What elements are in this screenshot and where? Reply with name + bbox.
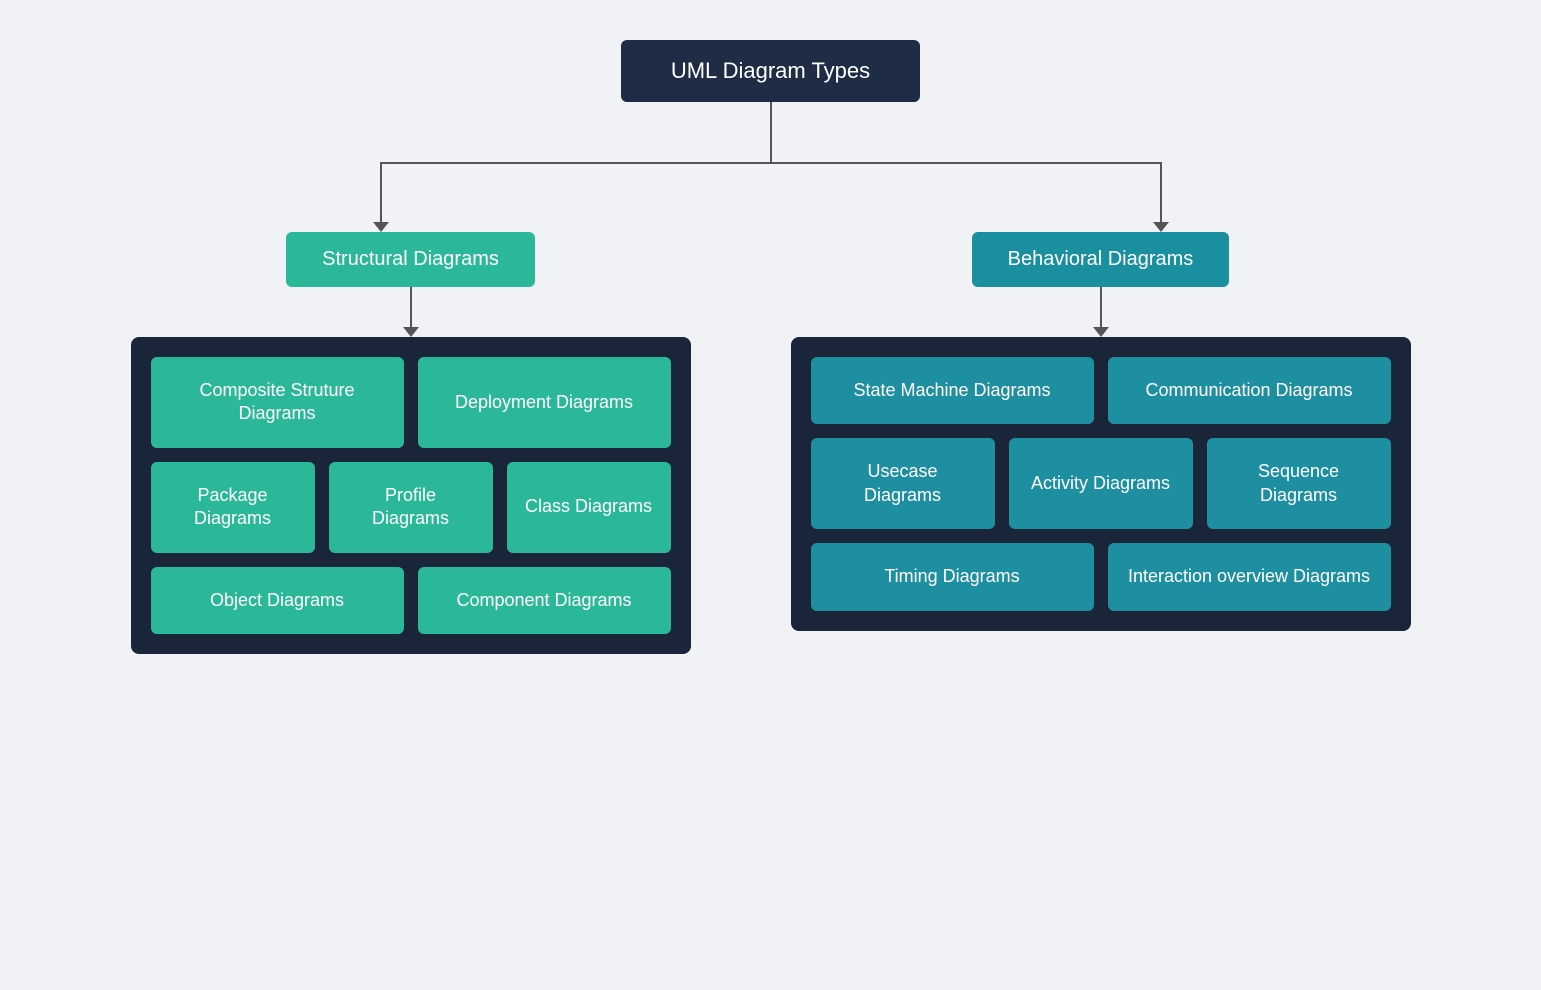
leaf-communication: Communication Diagrams — [1108, 357, 1391, 424]
behavioral-panel: State Machine Diagrams Communication Dia… — [791, 337, 1411, 631]
branches: Structural Diagrams Composite Struture D… — [131, 232, 1411, 654]
leaf-deployment: Deployment Diagrams — [418, 357, 671, 448]
diagram-container: UML Diagram Types Structural Diagrams — [0, 0, 1541, 990]
structural-panel: Composite Struture Diagrams Deployment D… — [131, 337, 691, 654]
leaf-profile: Profile Diagrams — [329, 462, 493, 553]
leaf-package: Package Diagrams — [151, 462, 315, 553]
behavioral-branch: Behavioral Diagrams State Machine Diagra… — [791, 232, 1411, 631]
structural-node: Structural Diagrams — [286, 232, 535, 287]
leaf-object: Object Diagrams — [151, 567, 404, 634]
structural-arrow — [403, 327, 419, 337]
root-v-line — [770, 102, 772, 162]
leaf-timing: Timing Diagrams — [811, 543, 1094, 610]
structural-v-line — [410, 287, 412, 327]
leaf-state-machine: State Machine Diagrams — [811, 357, 1094, 424]
leaf-activity: Activity Diagrams — [1009, 438, 1193, 529]
behavioral-node: Behavioral Diagrams — [972, 232, 1230, 287]
leaf-usecase: Usecase Diagrams — [811, 438, 995, 529]
leaf-composite: Composite Struture Diagrams — [151, 357, 404, 448]
behavioral-arrow — [1093, 327, 1109, 337]
leaf-interaction-overview: Interaction overview Diagrams — [1108, 543, 1391, 610]
leaf-class: Class Diagrams — [507, 462, 671, 553]
structural-branch: Structural Diagrams Composite Struture D… — [131, 232, 691, 654]
leaf-sequence: Sequence Diagrams — [1207, 438, 1391, 529]
root-node: UML Diagram Types — [621, 40, 920, 102]
behavioral-v-line — [1100, 287, 1102, 327]
leaf-component: Component Diagrams — [418, 567, 671, 634]
